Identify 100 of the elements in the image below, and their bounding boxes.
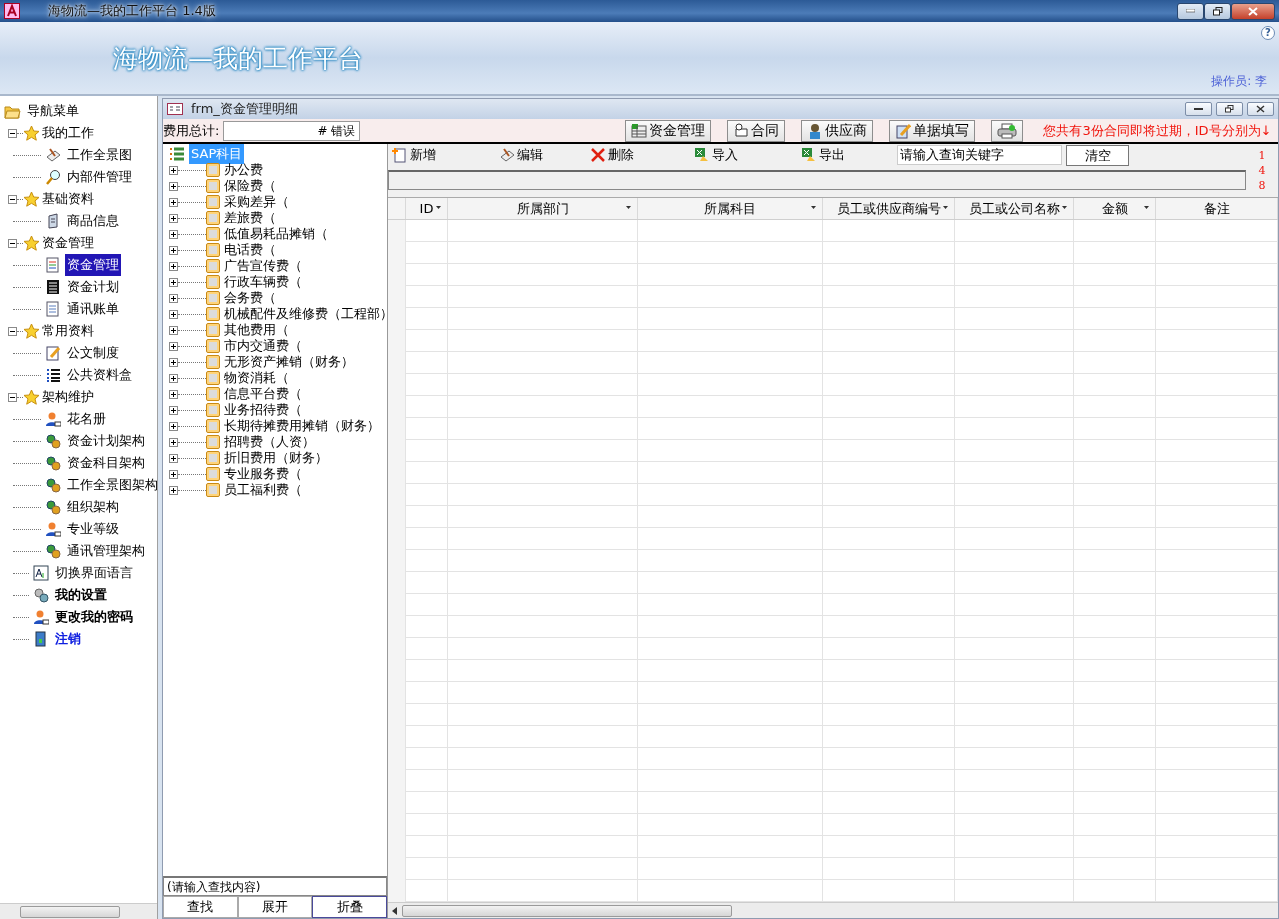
expand-toggle[interactable] [169,277,178,287]
toolbar-button[interactable]: 删除 [586,145,638,165]
expand-toggle[interactable] [169,325,178,335]
tree-search-field[interactable]: (请输入查找内容) [163,876,387,896]
collapse-toggle[interactable] [8,326,17,336]
expand-toggle[interactable] [169,213,178,223]
toolbar-button[interactable]: 单据填写 [889,119,976,142]
font-icon [33,565,49,581]
nav-item[interactable]: 公文制度 [65,342,121,364]
toolbar-button[interactable]: 编辑 [495,145,547,165]
expand-toggle[interactable] [169,229,178,239]
help-button[interactable]: ? [1261,26,1275,40]
column-header[interactable]: 所属科目 [704,198,756,219]
nav-item[interactable]: 工作全景图 [65,144,134,166]
category-icon [206,451,220,465]
category-icon [206,163,220,177]
nav-item[interactable]: 资金管理 [40,232,96,254]
expand-toggle[interactable] [169,341,178,351]
collapse-toggle[interactable] [8,128,17,138]
minimize-button[interactable] [1177,2,1204,20]
nav-item[interactable]: 资金计划架构 [65,430,147,452]
contract-id: 1 [1257,148,1267,163]
column-header[interactable]: 员工或公司名称 [968,198,1060,219]
toolbar-button[interactable]: 合同 [727,119,786,142]
nav-item[interactable]: 基础资料 [40,188,96,210]
toolbar-button[interactable]: 供应商 [801,119,874,142]
expand-toggle[interactable] [169,421,178,431]
expand-toggle[interactable] [169,165,178,175]
operator-label: 操作员: 李 [1211,73,1268,90]
close-button[interactable] [1231,2,1275,20]
nav-item[interactable]: 通讯管理架构 [65,540,147,562]
nav-item[interactable]: 通讯账单 [65,298,121,320]
nav-item[interactable]: 更改我的密码 [53,606,135,628]
nav-item[interactable]: 资金管理 [65,254,121,276]
gears-icon [45,433,61,449]
total-label: 费用总计: [163,121,220,140]
clear-button[interactable]: 清空 [1066,144,1129,166]
expand-toggle[interactable] [169,405,178,415]
toolbar-button[interactable]: 新增 [388,145,440,165]
column-header[interactable]: 备注 [1203,198,1230,219]
nav-item[interactable]: 常用资料 [40,320,96,342]
dropdown-arrow-icon[interactable] [943,206,948,209]
expand-toggle[interactable] [169,293,178,303]
nav-item[interactable]: 花名册 [65,408,108,430]
search-field[interactable]: 请输入查询关键字 [897,145,1062,165]
nav-item[interactable]: 我的工作 [40,122,96,144]
collapse-toggle[interactable] [8,392,17,402]
tree-button[interactable]: 折叠 [312,896,387,918]
expand-toggle[interactable] [169,373,178,383]
expand-toggle[interactable] [169,309,178,319]
star-icon [23,124,40,142]
nav-item[interactable]: 注销 [53,628,83,650]
nav-item[interactable]: 架构维护 [40,386,96,408]
toolbar-button[interactable]: 资金管理 [625,119,712,142]
expand-toggle[interactable] [169,389,178,399]
expand-toggle[interactable] [169,197,178,207]
maximize-button[interactable] [1204,2,1231,20]
expand-toggle[interactable] [169,469,178,479]
toolbar-button[interactable]: 导出 [797,145,849,165]
nav-item[interactable]: 商品信息 [65,210,121,232]
nav-item[interactable]: 专业等级 [65,518,121,540]
tree-button[interactable]: 展开 [237,896,313,918]
expand-toggle[interactable] [169,261,178,271]
expand-toggle[interactable] [169,437,178,447]
close-button[interactable] [1247,102,1274,116]
nav-item[interactable]: 工作全景图架构 [65,474,157,496]
column-header[interactable]: 员工或供应商编号 [836,198,941,219]
expand-toggle[interactable] [169,181,178,191]
expand-toggle[interactable] [169,357,178,367]
nav-item[interactable]: 切换界面语言 [53,562,135,584]
print-button[interactable] [991,119,1024,142]
expand-toggle[interactable] [169,485,178,495]
dropdown-arrow-icon[interactable] [626,206,631,209]
dropdown-arrow-icon[interactable] [1062,206,1067,209]
expand-toggle[interactable] [169,245,178,255]
nav-root-label[interactable]: 导航菜单 [25,100,81,122]
column-header[interactable]: ID [419,198,434,219]
minimize-button[interactable] [1185,102,1212,116]
dropdown-arrow-icon[interactable] [811,206,816,209]
dropdown-arrow-icon[interactable] [1144,206,1149,209]
nav-item[interactable]: 我的设置 [53,584,109,606]
tree-button[interactable]: 查找 [163,896,238,918]
nav-item[interactable]: 资金计划 [65,276,121,298]
nav-item[interactable]: 内部件管理 [65,166,134,188]
restore-button[interactable] [1216,102,1243,116]
collapse-toggle[interactable] [8,194,17,204]
nav-item[interactable]: 公共资料盒 [65,364,134,386]
collapse-toggle[interactable] [8,238,17,248]
scrollbar-thumb[interactable] [20,905,120,918]
nav-item[interactable]: 资金科目架构 [65,452,147,474]
scroll-left-icon[interactable] [392,906,398,915]
expand-toggle[interactable] [169,453,178,463]
dropdown-arrow-icon[interactable] [436,206,441,209]
column-header[interactable]: 金额 [1101,198,1128,219]
pencil-icon [45,345,61,361]
scrollbar-thumb[interactable] [402,904,732,917]
category-icon [206,387,220,401]
nav-item[interactable]: 组织架构 [65,496,121,518]
column-header[interactable]: 所属部门 [516,198,569,219]
toolbar-button[interactable]: 导入 [690,145,742,165]
